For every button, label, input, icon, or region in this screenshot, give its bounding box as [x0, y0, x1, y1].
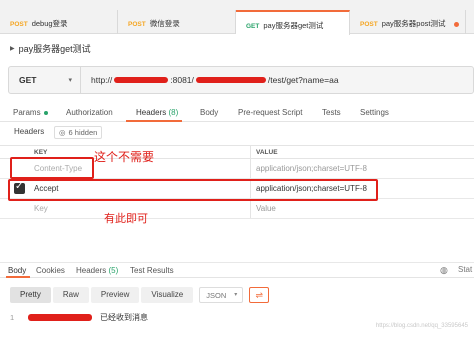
tab-tests[interactable]: Tests [322, 108, 341, 117]
method-select[interactable]: GET ▾ [9, 67, 81, 93]
table-row: Key Value [0, 199, 474, 219]
redaction-mark [28, 314, 92, 321]
response-body: 1 已经收到消息 [10, 312, 148, 323]
request-tab-strip: POST debug登录 POST 微信登录 GET pay服务器get测试 POST… [0, 0, 474, 35]
globe-icon[interactable]: ◍ [440, 265, 448, 276]
tab-headers-label: Headers [136, 108, 167, 117]
tab-pay-get-test[interactable]: GET pay服务器get测试 [236, 10, 350, 35]
tab-method: POST [360, 21, 378, 28]
tab-method: GET [246, 23, 260, 30]
tab-label: debug登录 [31, 19, 68, 28]
header-value[interactable]: application/json;charset=UTF-8 [256, 164, 367, 173]
column-divider [250, 199, 251, 218]
key-column-header: KEY [34, 149, 48, 156]
active-dot-icon [43, 110, 48, 115]
tab-label: 微信登录 [149, 19, 180, 28]
hidden-headers-count: 6 hidden [68, 128, 98, 137]
value-column-header: VALUE [256, 149, 278, 156]
tab-wechat-login[interactable]: POST 微信登录 [118, 10, 236, 34]
eye-icon: ◎ [59, 128, 66, 137]
url-prefix: http:// [91, 75, 113, 85]
method-value: GET [19, 75, 37, 85]
chevron-down-icon: ▾ [68, 77, 72, 84]
resp-tab-body[interactable]: Body [8, 266, 26, 275]
resp-tab-test-results[interactable]: Test Results [130, 266, 174, 275]
tab-method: POST [10, 21, 28, 28]
tab-label: pay服务器post测试 [381, 19, 446, 28]
annotation-box-content-type [10, 157, 94, 179]
wrap-lines-icon[interactable]: ⇌ [249, 287, 270, 303]
watermark: https://blog.csdn.net/qq_33595645 [375, 323, 468, 329]
redaction-mark [195, 77, 266, 83]
format-value: JSON [206, 291, 227, 300]
url-mid: :8081/ [170, 75, 194, 85]
caret-right-icon[interactable]: ▶ [10, 45, 15, 52]
tab-pay-post-test[interactable]: POST pay服务器post测试 [350, 10, 466, 34]
tab-params-label: Params [13, 108, 41, 117]
tab-debug-login[interactable]: POST debug登录 [0, 10, 118, 34]
tab-label: pay服务器get测试 [263, 21, 324, 30]
column-divider [250, 159, 251, 178]
hidden-headers-toggle[interactable]: ◎ 6 hidden [54, 126, 103, 139]
url-bar: GET ▾ http:// :8081/ /test/get?name=aa [8, 66, 474, 94]
resp-tab-headers-label: Headers [76, 266, 107, 275]
tab-headers[interactable]: Headers (8) [136, 108, 178, 117]
status-label: Stat [458, 265, 473, 274]
resp-tab-cookies[interactable]: Cookies [36, 266, 65, 275]
view-preview-button[interactable]: Preview [90, 287, 140, 303]
resp-headers-count: (5) [108, 266, 119, 275]
tab-params[interactable]: Params [13, 108, 48, 117]
chevron-down-icon: ▾ [234, 292, 238, 298]
view-raw-button[interactable]: Raw [52, 287, 89, 303]
line-number: 1 [10, 313, 15, 322]
response-text: 已经收到消息 [100, 313, 148, 322]
view-visualize-button[interactable]: Visualize [141, 287, 194, 303]
active-tab-underline [126, 120, 182, 122]
url-suffix: /test/get?name=aa [267, 75, 339, 85]
resp-tab-headers[interactable]: Headers (5) [76, 266, 118, 275]
column-divider [250, 146, 251, 158]
tab-body[interactable]: Body [200, 108, 218, 117]
headers-count: (8) [168, 108, 179, 117]
request-name-label: pay服务器get测试 [18, 44, 91, 54]
new-value-input[interactable]: Value [256, 204, 276, 213]
format-select[interactable]: JSON ▾ [199, 287, 244, 303]
tab-prerequest-script[interactable]: Pre-request Script [238, 108, 302, 117]
tab-method: POST [128, 21, 146, 28]
url-input[interactable]: http:// :8081/ /test/get?name=aa [81, 67, 473, 93]
headers-section-label: Headers [14, 127, 45, 136]
new-key-input[interactable]: Key [34, 204, 48, 213]
response-tabs: Body Cookies Headers (5) Test Results [0, 262, 474, 278]
active-tab-underline [6, 276, 30, 278]
annotation-this-is-enough: 有此即可 [104, 212, 148, 225]
view-pretty-button[interactable]: Pretty [10, 287, 51, 303]
annotation-box-accept [8, 179, 378, 201]
tab-settings[interactable]: Settings [360, 108, 389, 117]
response-view-toolbar: Pretty Raw Preview Visualize JSON ▾ ⇌ [10, 287, 270, 303]
tab-authorization[interactable]: Authorization [66, 108, 113, 117]
redaction-mark [114, 77, 169, 83]
request-name[interactable]: ▶ pay服务器get测试 [10, 42, 91, 55]
request-tabs: Params Authorization Headers (8) Body Pr… [0, 104, 474, 122]
annotation-not-needed: 这个不需要 [94, 150, 155, 164]
unsaved-dot-icon [454, 22, 459, 27]
